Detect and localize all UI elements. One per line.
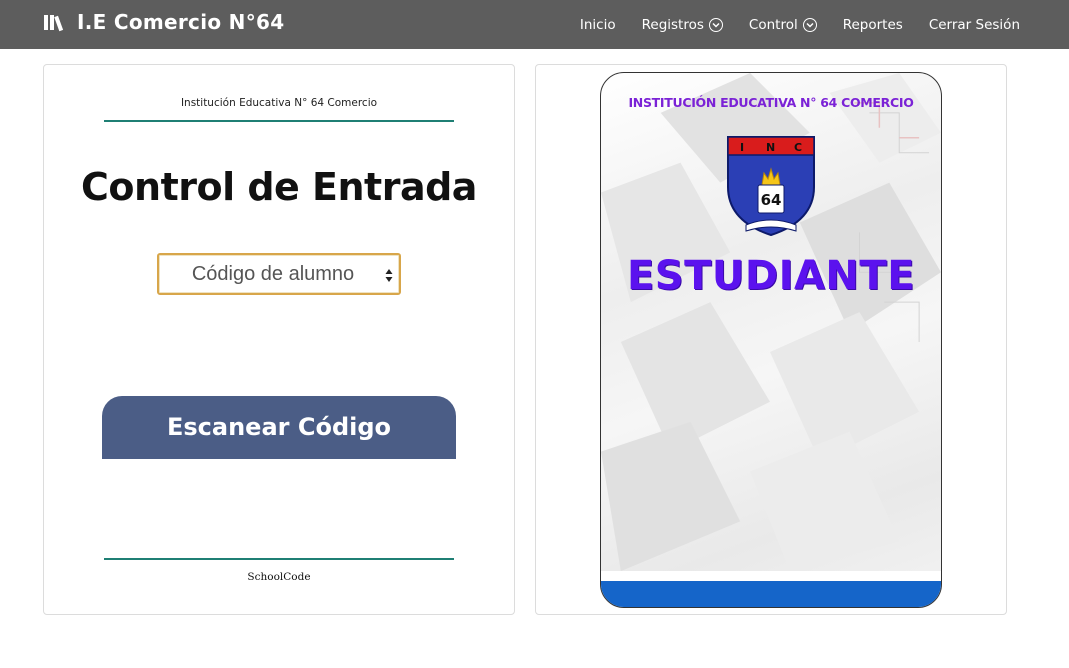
nav-control-label: Control — [748, 16, 798, 33]
student-id-card: INSTITUCIÓN EDUCATIVA N° 64 COMERCIO I N… — [600, 72, 942, 608]
card-role: ESTUDIANTE — [626, 253, 916, 299]
entry-control-card: Institución Educativa N° 64 Comercio Con… — [43, 64, 515, 615]
number-spinner-icon[interactable] — [384, 263, 394, 287]
nav-cerrar-sesion-label: Cerrar Sesión — [928, 16, 1020, 33]
institution-title: Institución Educativa N° 64 Comercio — [180, 97, 378, 109]
nav-reportes-label: Reportes — [842, 16, 903, 33]
chevron-down-circle-icon — [802, 17, 817, 32]
scan-code-button[interactable]: Escanear Código — [102, 396, 456, 459]
nav-cerrar-sesion[interactable]: Cerrar Sesión — [929, 17, 1020, 33]
brand[interactable]: I.E Comercio N°64 — [43, 10, 284, 34]
school-shield-logo: I N C 64 — [727, 136, 815, 237]
divider-bottom — [104, 558, 454, 560]
student-code-field — [157, 253, 401, 295]
top-navbar: I.E Comercio N°64 Inicio Registros Contr… — [0, 0, 1069, 49]
nav-registros-label: Registros — [641, 16, 704, 33]
divider-top — [104, 120, 454, 122]
nav-inicio-label: Inicio — [579, 16, 616, 33]
chevron-down-circle-icon — [708, 17, 723, 32]
brand-title: I.E Comercio N°64 — [77, 10, 285, 34]
nav-registros[interactable]: Registros — [642, 17, 723, 33]
nav-menu: Inicio Registros Control Reportes Cerrar… — [554, 0, 1020, 49]
card-band-separator — [601, 571, 941, 581]
logo-letter-c: C — [794, 141, 802, 154]
page-title: Control de Entrada — [81, 165, 477, 209]
student-card-panel: INSTITUCIÓN EDUCATIVA N° 64 COMERCIO I N… — [535, 64, 1007, 615]
student-code-input[interactable] — [163, 258, 383, 290]
library-books-icon — [44, 15, 64, 32]
footer-brand: SchoolCode — [247, 571, 311, 583]
logo-letter-i: I — [740, 141, 744, 154]
nav-reportes[interactable]: Reportes — [843, 17, 903, 33]
nav-control[interactable]: Control — [749, 17, 817, 33]
card-institution: INSTITUCIÓN EDUCATIVA N° 64 COMERCIO — [628, 95, 914, 110]
nav-inicio[interactable]: Inicio — [580, 17, 616, 33]
logo-letter-n: N — [766, 141, 775, 154]
logo-number: 64 — [761, 191, 782, 209]
card-blue-band — [601, 581, 941, 607]
